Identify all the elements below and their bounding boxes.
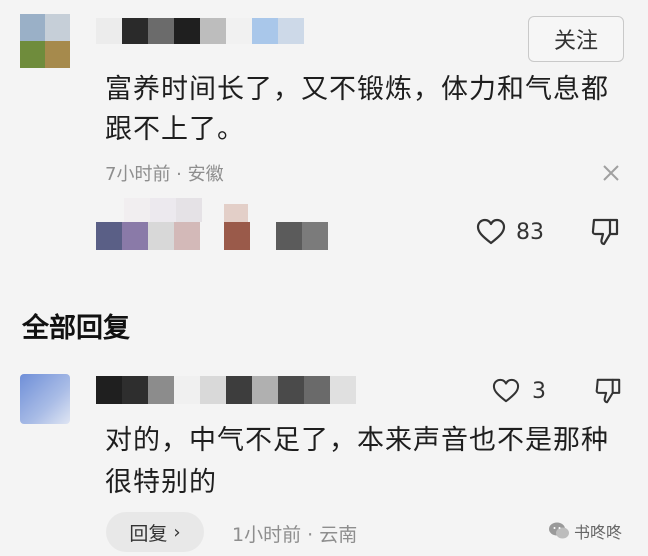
heart-icon — [492, 378, 520, 403]
heart-icon — [476, 218, 506, 245]
commenter-username[interactable] — [96, 18, 304, 44]
like-count: 83 — [516, 219, 544, 245]
watermark: 书咚咚 — [548, 518, 622, 544]
like-button[interactable]: 83 — [476, 216, 544, 248]
comment-detail-page: 关注 富养时间长了，又不锻炼，体力和气息都跟不上了。 7小时前 · 安徽 83 … — [0, 0, 648, 556]
reply-button-label: 回复 — [129, 522, 168, 545]
reply-like-button[interactable]: 3 — [492, 376, 546, 406]
commenter-avatar[interactable] — [20, 14, 70, 68]
comment-meta: 7小时前 · 安徽 — [105, 164, 224, 185]
wechat-icon — [549, 522, 569, 539]
reply-button[interactable]: 回复 › — [106, 512, 204, 552]
chevron-right-icon: › — [173, 521, 181, 543]
replies-section-title: 全部回复 — [22, 313, 130, 344]
reply-meta: 1小时前 · 云南 — [232, 524, 358, 546]
watermark-text: 书咚咚 — [574, 523, 623, 542]
comment-text: 富养时间长了，又不锻炼，体力和气息都跟不上了。 — [105, 74, 609, 145]
reply-avatar[interactable] — [20, 374, 70, 424]
close-icon[interactable] — [600, 162, 622, 184]
follow-button[interactable]: 关注 — [528, 16, 624, 62]
reaction-avatars[interactable] — [96, 198, 336, 252]
reply-username[interactable] — [96, 376, 356, 404]
thumbs-down-icon[interactable] — [590, 216, 620, 248]
reply-like-count: 3 — [532, 378, 546, 404]
reply-text: 对的，中气不足了，本来声音也不是那种很特别的 — [105, 425, 609, 498]
thumbs-down-icon[interactable] — [594, 376, 622, 406]
